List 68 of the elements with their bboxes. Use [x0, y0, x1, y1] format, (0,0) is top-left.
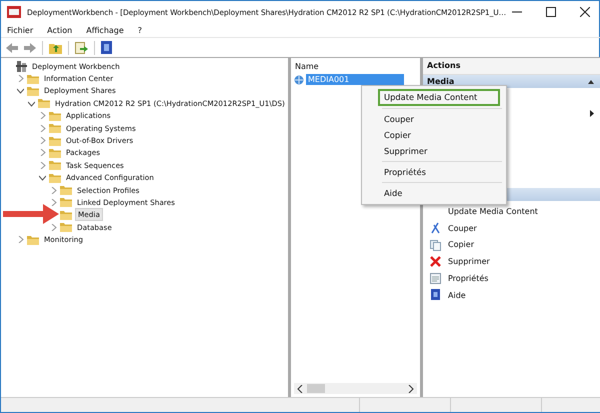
- scissors-icon: [430, 222, 441, 234]
- folder-icon: [60, 210, 72, 220]
- collapse-icon[interactable]: [38, 174, 46, 182]
- command-link[interactable]: Copier: [423, 236, 600, 254]
- folder-icon: [38, 98, 50, 108]
- forward-icon[interactable]: [24, 42, 36, 52]
- node-icon: [16, 60, 27, 72]
- command-link[interactable]: Propriétés: [423, 270, 600, 287]
- folder-icon: [27, 74, 39, 84]
- context-menu-item[interactable]: Copier: [364, 127, 504, 143]
- folder-icon: [49, 136, 61, 146]
- command-link[interactable]: Supprimer: [423, 253, 600, 270]
- context-menu-item[interactable]: Couper: [364, 111, 504, 127]
- folder-icon: [49, 172, 61, 183]
- collapse-icon[interactable]: [16, 87, 24, 94]
- expand-icon[interactable]: [38, 162, 46, 169]
- expand-icon[interactable]: [16, 236, 24, 244]
- actions-title: Actions: [423, 58, 600, 75]
- scroll-left-icon[interactable]: [297, 384, 303, 392]
- context-menu-item[interactable]: Update Media Content: [378, 89, 500, 106]
- scroll-right-icon[interactable]: [408, 384, 414, 392]
- app-icon: [7, 6, 21, 18]
- expand-icon[interactable]: [38, 112, 46, 120]
- horizontal-scrollbar[interactable]: [294, 383, 417, 394]
- folder-icon: [49, 123, 61, 134]
- folder-icon: [49, 110, 61, 121]
- folder-icon: [60, 197, 72, 208]
- context-menu-item[interactable]: Aide: [364, 185, 504, 201]
- folder-icon: [60, 185, 72, 196]
- expand-icon[interactable]: [38, 137, 46, 144]
- folder-up-icon[interactable]: [49, 42, 62, 54]
- back-icon[interactable]: [6, 42, 18, 52]
- menu-item[interactable]: Affichage: [86, 26, 124, 34]
- context-menu-item[interactable]: Supprimer: [364, 143, 504, 159]
- expand-icon[interactable]: [50, 224, 56, 231]
- section-title: Media: [427, 77, 454, 86]
- folder-icon: [49, 148, 61, 158]
- submenu-arrow-icon: [590, 110, 594, 117]
- disc-icon: [294, 74, 304, 84]
- menu-item[interactable]: Fichier: [7, 26, 34, 34]
- folder-icon: [27, 234, 39, 245]
- collapse-icon[interactable]: [28, 100, 34, 107]
- folder-icon: [60, 222, 72, 232]
- folder-icon: [49, 160, 61, 170]
- expand-icon[interactable]: [50, 198, 56, 206]
- close-icon[interactable]: [580, 7, 590, 17]
- help-icon: [430, 289, 441, 302]
- command-link[interactable]: Update Media Content: [423, 203, 600, 220]
- export-icon[interactable]: [75, 42, 88, 54]
- column-header[interactable]: Name: [291, 58, 420, 74]
- expand-icon[interactable]: [16, 75, 24, 82]
- pointer-arrow: [3, 204, 59, 224]
- context-menu-item[interactable]: Propriétés: [364, 164, 504, 180]
- folder-icon: [27, 86, 39, 96]
- expand-icon[interactable]: [38, 149, 46, 156]
- command-link[interactable]: Couper: [423, 220, 600, 237]
- collapse-icon: [588, 80, 594, 84]
- help-icon[interactable]: [101, 41, 112, 54]
- properties-icon: [430, 272, 441, 285]
- command-link[interactable]: Aide: [423, 286, 600, 304]
- delete-icon: [430, 256, 441, 268]
- menu-item[interactable]: Action: [47, 26, 72, 34]
- maximize-icon[interactable]: [546, 7, 556, 17]
- expand-icon[interactable]: [50, 186, 56, 194]
- menu-item[interactable]: ?: [138, 26, 142, 34]
- copy-icon: [430, 238, 441, 251]
- scrollbar-thumb[interactable]: [307, 384, 325, 393]
- expand-icon[interactable]: [38, 124, 46, 132]
